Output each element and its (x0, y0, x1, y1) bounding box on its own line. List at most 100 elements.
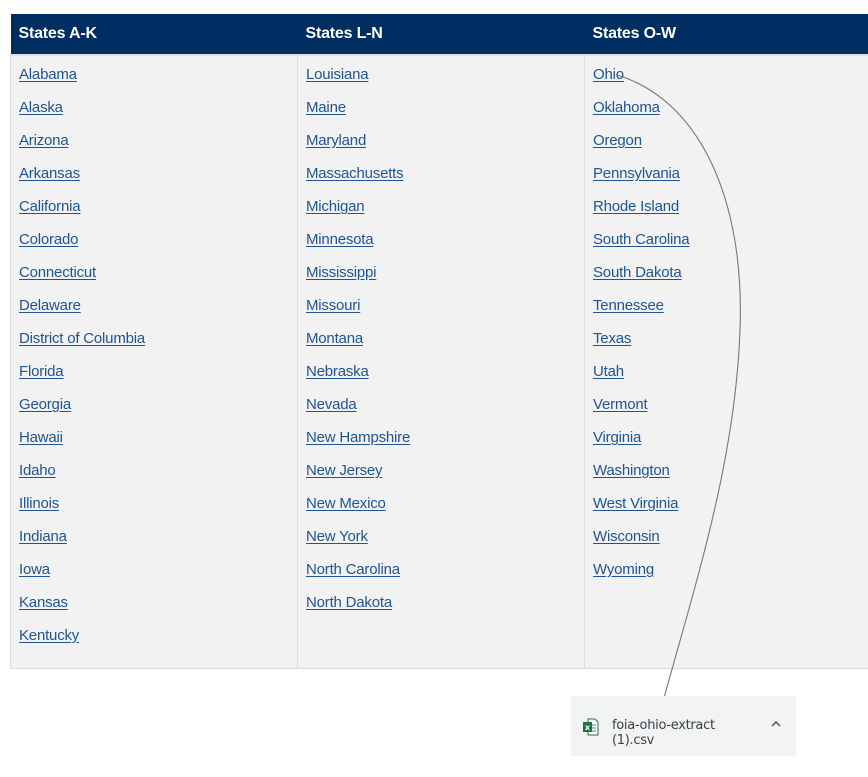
state-list-item: Virginia (593, 428, 868, 461)
state-list-item: New Mexico (306, 494, 584, 527)
state-list-item: Idaho (19, 461, 297, 494)
state-link-illinois[interactable]: Illinois (19, 495, 59, 512)
state-link-minnesota[interactable]: Minnesota (306, 231, 374, 248)
state-link-nebraska[interactable]: Nebraska (306, 363, 369, 380)
state-list-item: West Virginia (593, 494, 868, 527)
state-list-item: Missouri (306, 296, 584, 329)
state-list-item: Arizona (19, 131, 297, 164)
state-list-item: Georgia (19, 395, 297, 428)
state-link-arkansas[interactable]: Arkansas (19, 165, 80, 182)
state-list-item: New York (306, 527, 584, 560)
state-link-maryland[interactable]: Maryland (306, 132, 366, 149)
state-list-item: Rhode Island (593, 197, 868, 230)
state-link-virginia[interactable]: Virginia (593, 429, 641, 446)
state-link-district-of-columbia[interactable]: District of Columbia (19, 330, 145, 347)
state-list-item: Maine (306, 98, 584, 131)
state-list-item: California (19, 197, 297, 230)
download-item[interactable]: x foia-ohio-extract (1).csv (571, 696, 751, 756)
state-link-new-jersey[interactable]: New Jersey (306, 462, 383, 479)
state-link-ohio[interactable]: Ohio (593, 66, 624, 83)
state-link-south-carolina[interactable]: South Carolina (593, 231, 690, 248)
state-list-item: Illinois (19, 494, 297, 527)
state-link-rhode-island[interactable]: Rhode Island (593, 198, 679, 215)
column-l-n: Louisiana Maine Maryland Massachusetts Michi… (297, 54, 585, 669)
state-link-louisiana[interactable]: Louisiana (306, 66, 369, 83)
state-link-nevada[interactable]: Nevada (306, 396, 357, 413)
state-list-item: Montana (306, 329, 584, 362)
state-link-california[interactable]: California (19, 198, 81, 215)
state-link-pennsylvania[interactable]: Pennsylvania (593, 165, 680, 182)
state-list-item: Mississippi (306, 263, 584, 296)
state-link-new-york[interactable]: New York (306, 528, 368, 545)
state-list-item: Oregon (593, 131, 868, 164)
state-list-item: Indiana (19, 527, 297, 560)
state-link-indiana[interactable]: Indiana (19, 528, 67, 545)
state-link-utah[interactable]: Utah (593, 363, 624, 380)
state-list-item: Nevada (306, 395, 584, 428)
state-list-item: New Jersey (306, 461, 584, 494)
state-link-kentucky[interactable]: Kentucky (19, 627, 79, 644)
column-header-a-k: States A-K (10, 14, 298, 55)
state-list-item: District of Columbia (19, 329, 297, 362)
state-link-vermont[interactable]: Vermont (593, 396, 648, 413)
state-link-hawaii[interactable]: Hawaii (19, 429, 63, 446)
state-list-item: Alaska (19, 98, 297, 131)
state-link-alabama[interactable]: Alabama (19, 66, 77, 83)
state-list-item: Maryland (306, 131, 584, 164)
state-list-item: Utah (593, 362, 868, 395)
state-link-maine[interactable]: Maine (306, 99, 346, 116)
states-table: States A-K States L-N States O-W Alabama… (10, 14, 868, 669)
state-link-washington[interactable]: Washington (593, 462, 670, 479)
state-link-delaware[interactable]: Delaware (19, 297, 81, 314)
state-link-oklahoma[interactable]: Oklahoma (593, 99, 660, 116)
state-link-new-mexico[interactable]: New Mexico (306, 495, 386, 512)
state-link-missouri[interactable]: Missouri (306, 297, 360, 314)
state-link-idaho[interactable]: Idaho (19, 462, 56, 479)
state-list-item: Kentucky (19, 626, 297, 659)
state-link-arizona[interactable]: Arizona (19, 132, 69, 149)
state-list-item: Massachusetts (306, 164, 584, 197)
state-list-item: South Carolina (593, 230, 868, 263)
state-link-tennessee[interactable]: Tennessee (593, 297, 664, 314)
column-header-l-n: States L-N (297, 14, 585, 55)
download-filename: foia-ohio-extract (1).csv (612, 718, 715, 748)
state-list-item: Texas (593, 329, 868, 362)
state-link-new-hampshire[interactable]: New Hampshire (306, 429, 410, 446)
column-o-w: Ohio Oklahoma Oregon Pennsylvania Rhode Isla… (584, 54, 868, 669)
state-link-west-virginia[interactable]: West Virginia (593, 495, 678, 512)
state-link-massachusetts[interactable]: Massachusetts (306, 165, 404, 182)
state-list-item: Tennessee (593, 296, 868, 329)
state-link-michigan[interactable]: Michigan (306, 198, 365, 215)
state-link-montana[interactable]: Montana (306, 330, 363, 347)
state-link-alaska[interactable]: Alaska (19, 99, 63, 116)
excel-file-icon: x (583, 718, 599, 736)
state-list-item: Iowa (19, 560, 297, 593)
state-link-kansas[interactable]: Kansas (19, 594, 68, 611)
state-list-item: Alabama (19, 65, 297, 98)
svg-text:x: x (585, 723, 591, 732)
state-link-north-carolina[interactable]: North Carolina (306, 561, 400, 578)
state-link-wisconsin[interactable]: Wisconsin (593, 528, 660, 545)
state-list-item: New Hampshire (306, 428, 584, 461)
state-list-item: North Dakota (306, 593, 584, 626)
state-link-colorado[interactable]: Colorado (19, 231, 78, 248)
state-link-oregon[interactable]: Oregon (593, 132, 642, 149)
state-link-iowa[interactable]: Iowa (19, 561, 50, 578)
state-list-item: Kansas (19, 593, 297, 626)
state-list-item: Michigan (306, 197, 584, 230)
state-list-item: Connecticut (19, 263, 297, 296)
chevron-up-icon[interactable] (769, 717, 783, 731)
state-link-mississippi[interactable]: Mississippi (306, 264, 377, 281)
state-link-florida[interactable]: Florida (19, 363, 64, 380)
state-link-georgia[interactable]: Georgia (19, 396, 71, 413)
state-link-wyoming[interactable]: Wyoming (593, 561, 654, 578)
state-link-south-dakota[interactable]: South Dakota (593, 264, 682, 281)
state-list-item: Louisiana (306, 65, 584, 98)
state-link-texas[interactable]: Texas (593, 330, 631, 347)
state-list-item: Florida (19, 362, 297, 395)
state-link-connecticut[interactable]: Connecticut (19, 264, 96, 281)
state-list-item: Delaware (19, 296, 297, 329)
state-list-item: Hawaii (19, 428, 297, 461)
state-link-north-dakota[interactable]: North Dakota (306, 594, 392, 611)
state-list-l-n: Louisiana Maine Maryland Massachusetts Michi… (306, 65, 584, 626)
